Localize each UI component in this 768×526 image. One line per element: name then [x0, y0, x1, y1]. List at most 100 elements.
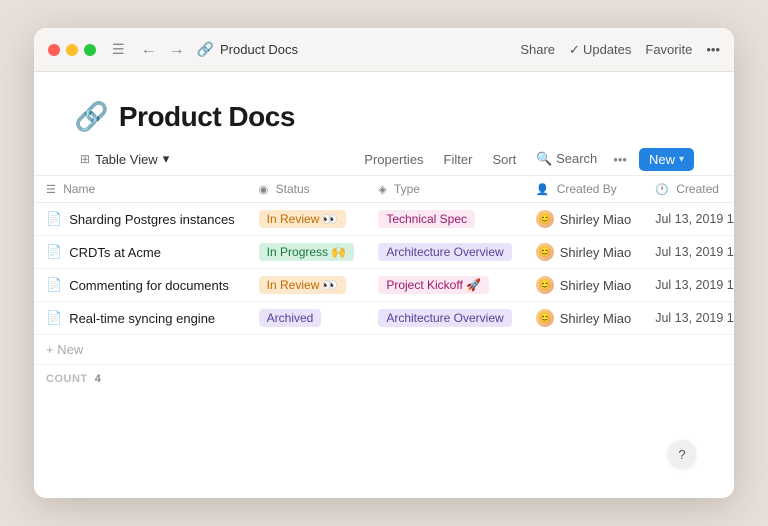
avatar-1: 😊 — [536, 243, 554, 261]
name-text-2: Commenting for documents — [69, 278, 229, 293]
doc-icon-3: 📄 — [46, 310, 62, 326]
col-name-label: Name — [63, 182, 95, 196]
cell-createdby-0: 😊 Shirley Miao — [524, 203, 644, 236]
createdby-text-3: Shirley Miao — [560, 311, 632, 326]
titlebar-title: 🔗 Product Docs — [197, 41, 298, 58]
createdby-text-1: Shirley Miao — [560, 245, 632, 260]
col-type-label: Type — [394, 182, 420, 196]
updates-label: Updates — [583, 42, 631, 57]
cell-name-0: 📄 Sharding Postgres instances — [34, 203, 247, 236]
more-options-button[interactable]: ••• — [706, 42, 720, 57]
doc-icon-2: 📄 — [46, 277, 62, 293]
status-badge-2: In Review 👀 — [259, 276, 346, 294]
count-label: COUNT — [46, 373, 88, 385]
cell-createdby-2: 😊 Shirley Miao — [524, 269, 644, 302]
created-text-2: Jul 13, 2019 11:50 AM — [655, 278, 734, 292]
page-title: Product Docs — [119, 101, 295, 133]
titlebar-page-icon: 🔗 — [197, 41, 214, 58]
createdby-text-2: Shirley Miao — [560, 278, 632, 293]
table-row[interactable]: 📄 Sharding Postgres instances In Review … — [34, 203, 734, 236]
view-label: Table View — [95, 152, 158, 167]
name-text-3: Real-time syncing engine — [69, 311, 215, 326]
type-badge-0: Technical Spec — [378, 210, 475, 228]
nav-buttons: ← → — [137, 39, 189, 61]
view-dropdown-icon: ▾ — [163, 151, 170, 167]
doc-icon-1: 📄 — [46, 244, 62, 260]
search-button[interactable]: 🔍 Search — [528, 147, 605, 171]
avatar-0: 😊 — [536, 210, 554, 228]
name-text-0: Sharding Postgres instances — [69, 212, 234, 227]
add-row-button[interactable]: + New — [34, 335, 734, 365]
col-created-by: 👤 Created By — [524, 176, 644, 203]
cell-name-1: 📄 CRDTs at Acme — [34, 236, 247, 269]
properties-button[interactable]: Properties — [356, 148, 431, 171]
col-createdby-label: Created By — [557, 182, 617, 196]
avatar-3: 😊 — [536, 309, 554, 327]
toolbar-more-button[interactable]: ••• — [609, 148, 631, 171]
cell-createdby-3: 😊 Shirley Miao — [524, 302, 644, 335]
table-wrapper: ☰ Name ◉ Status ◈ Type — [34, 176, 734, 393]
close-button[interactable] — [48, 44, 60, 56]
cell-created-3: Jul 13, 2019 11:50 AM — [643, 302, 734, 335]
back-button[interactable]: ← — [137, 39, 161, 61]
filter-button[interactable]: Filter — [436, 148, 481, 171]
minimize-button[interactable] — [66, 44, 78, 56]
doc-icon-0: 📄 — [46, 211, 62, 227]
type-badge-3: Architecture Overview — [378, 309, 511, 327]
createdby-text-0: Shirley Miao — [560, 212, 632, 227]
col-created-label: Created — [676, 182, 719, 196]
table-row[interactable]: 📄 CRDTs at Acme In Progress 🙌 Architectu… — [34, 236, 734, 269]
table-row[interactable]: 📄 Commenting for documents In Review 👀 P… — [34, 269, 734, 302]
col-status-label: Status — [276, 182, 310, 196]
table-header-row: ☰ Name ◉ Status ◈ Type — [34, 176, 734, 203]
cell-created-2: Jul 13, 2019 11:50 AM — [643, 269, 734, 302]
col-status: ◉ Status — [247, 176, 367, 203]
share-button[interactable]: Share — [520, 42, 555, 57]
cell-created-1: Jul 13, 2019 11:50 AM — [643, 236, 734, 269]
titlebar-actions: Share ✓ Updates Favorite ••• — [520, 42, 720, 58]
cell-name-2: 📄 Commenting for documents — [34, 269, 247, 302]
cell-status-2: In Review 👀 — [247, 269, 367, 302]
cell-type-3: Architecture Overview — [366, 302, 523, 335]
col-created: 🕐 Created — [643, 176, 734, 203]
table-view-icon: ⊞ — [80, 152, 90, 166]
favorite-button[interactable]: Favorite — [645, 42, 692, 57]
cell-createdby-1: 😊 Shirley Miao — [524, 236, 644, 269]
new-dropdown-icon: ▾ — [679, 154, 684, 165]
created-text-1: Jul 13, 2019 11:50 AM — [655, 245, 734, 259]
col-type: ◈ Type — [366, 176, 523, 203]
col-name-icon: ☰ — [46, 184, 56, 196]
app-window: ☰ ← → 🔗 Product Docs Share ✓ Updates Fav… — [34, 28, 734, 498]
count-value: 4 — [95, 373, 102, 385]
help-button[interactable]: ? — [668, 440, 696, 468]
col-created-icon: 🕐 — [655, 184, 669, 196]
updates-button[interactable]: ✓ Updates — [569, 42, 631, 58]
cell-type-0: Technical Spec — [366, 203, 523, 236]
col-name: ☰ Name — [34, 176, 247, 203]
type-badge-2: Project Kickoff 🚀 — [378, 276, 489, 294]
sort-button[interactable]: Sort — [484, 148, 524, 171]
count-row: COUNT 4 — [34, 365, 734, 393]
cell-status-3: Archived — [247, 302, 367, 335]
created-text-0: Jul 13, 2019 11:50 AM — [655, 212, 734, 226]
table-row[interactable]: 📄 Real-time syncing engine Archived Arch… — [34, 302, 734, 335]
forward-button[interactable]: → — [165, 39, 189, 61]
type-badge-1: Architecture Overview — [378, 243, 511, 261]
maximize-button[interactable] — [84, 44, 96, 56]
col-createdby-icon: 👤 — [536, 184, 550, 196]
cell-name-3: 📄 Real-time syncing engine — [34, 302, 247, 335]
new-label: New — [649, 152, 675, 167]
cell-type-2: Project Kickoff 🚀 — [366, 269, 523, 302]
view-selector-button[interactable]: ⊞ Table View ▾ — [74, 148, 175, 170]
data-table: ☰ Name ◉ Status ◈ Type — [34, 176, 734, 335]
search-icon: 🔍 — [536, 151, 552, 166]
status-badge-0: In Review 👀 — [259, 210, 346, 228]
new-button[interactable]: New ▾ — [639, 148, 694, 171]
col-status-icon: ◉ — [259, 184, 269, 196]
name-text-1: CRDTs at Acme — [69, 245, 161, 260]
menu-icon[interactable]: ☰ — [112, 41, 125, 58]
cell-status-0: In Review 👀 — [247, 203, 367, 236]
toolbar: ⊞ Table View ▾ Properties Filter Sort 🔍 … — [34, 143, 734, 176]
checkmark-icon: ✓ — [569, 42, 580, 58]
cell-status-1: In Progress 🙌 — [247, 236, 367, 269]
